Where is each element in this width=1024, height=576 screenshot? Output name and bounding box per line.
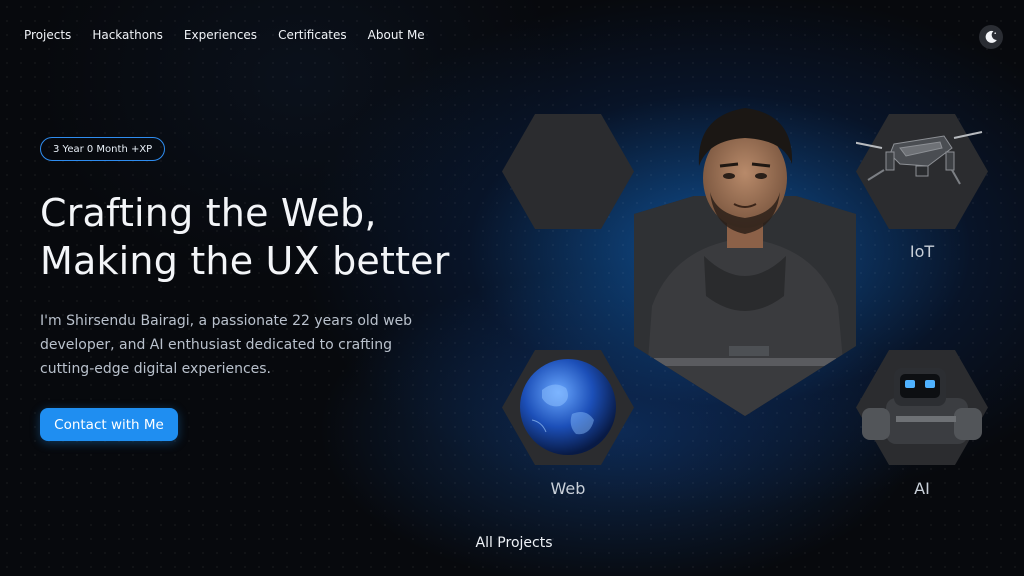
headline-line-1: Crafting the Web, <box>40 191 377 235</box>
drone-icon <box>856 114 988 229</box>
experience-badge: 3 Year 0 Month +XP <box>40 137 166 161</box>
nav-item-about-me[interactable]: About Me <box>368 28 425 42</box>
theme-toggle-button[interactable] <box>979 25 1003 49</box>
hex-tile-ai[interactable] <box>856 350 988 465</box>
portrait-hex <box>634 96 856 416</box>
hex-tile-web[interactable] <box>502 350 634 465</box>
hero-headline: Crafting the Web, Making the UX better <box>40 189 450 285</box>
hex-tile-iot[interactable] <box>856 114 988 229</box>
moon-icon <box>985 30 997 43</box>
portrait-image <box>634 108 856 416</box>
contact-button[interactable]: Contact with Me <box>40 408 178 441</box>
tile-label-ai: AI <box>914 479 930 498</box>
hero-intro: I'm Shirsendu Bairagi, a passionate 22 y… <box>40 313 413 377</box>
headline-line-2: Making the UX better <box>40 239 450 283</box>
background-dot-grid <box>0 0 1024 576</box>
nav-item-experiences[interactable]: Experiences <box>184 28 257 42</box>
top-nav: Projects Hackathons Experiences Certific… <box>24 28 425 42</box>
globe-icon <box>502 350 634 465</box>
robot-icon <box>856 350 988 465</box>
hex-tile-empty <box>502 114 634 229</box>
all-projects-link[interactable]: All Projects <box>462 535 566 551</box>
tile-label-web: Web <box>550 479 586 498</box>
nav-item-certificates[interactable]: Certificates <box>278 28 347 42</box>
tile-label-iot: IoT <box>909 242 935 261</box>
nav-item-projects[interactable]: Projects <box>24 28 71 42</box>
nav-item-hackathons[interactable]: Hackathons <box>92 28 163 42</box>
